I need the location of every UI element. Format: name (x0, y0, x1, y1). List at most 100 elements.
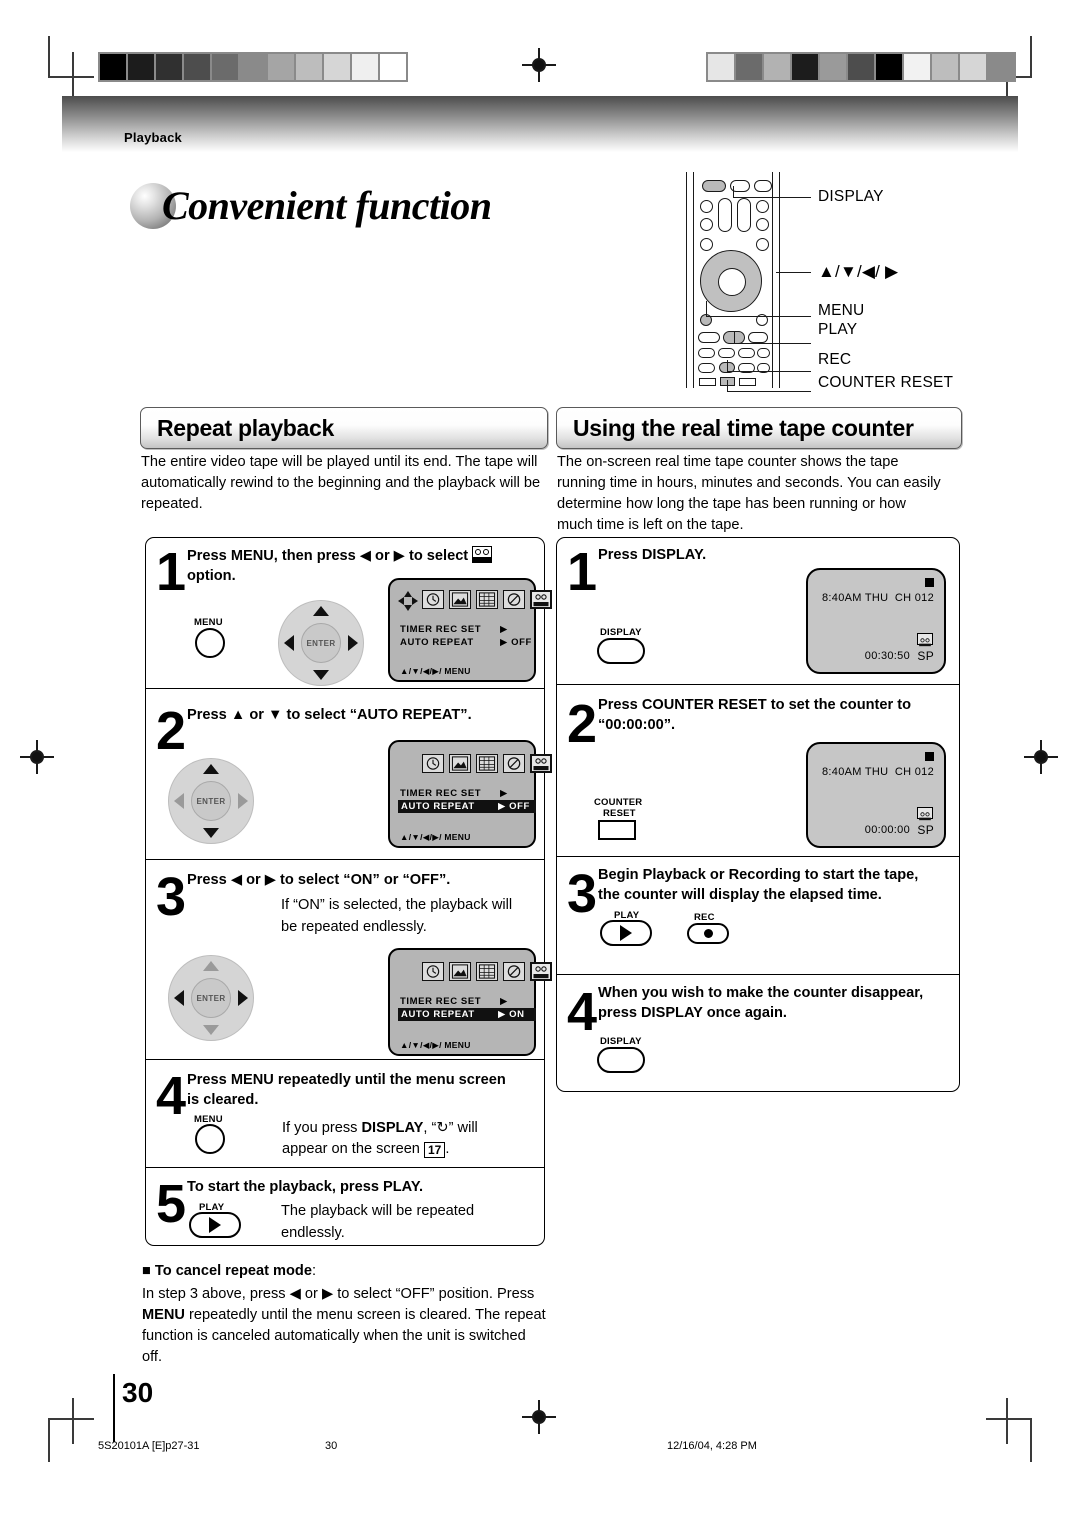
gray-patch (184, 54, 210, 80)
remote-row-c1 (698, 363, 715, 373)
left-step-3-dpad-glyph[interactable]: ENTER (168, 955, 254, 1041)
right-step-2-tv-screen: 8:40AM THU CH 012 00:00:00 SP (806, 742, 946, 848)
left-step-1-number: 1 (156, 542, 186, 602)
page-reference-badge[interactable]: 17 (423, 1142, 446, 1158)
gray-patch (708, 54, 734, 80)
tv-speed-mode: SP (917, 823, 934, 837)
cancel-repeat-title: To cancel repeat mode (154, 1263, 312, 1279)
right-step-1-number: 1 (567, 542, 597, 602)
left-step-1-dpad-glyph[interactable]: ENTER (278, 600, 364, 686)
registration-mark-bottom (522, 1400, 556, 1434)
left-step-3-number: 3 (156, 867, 186, 927)
left-step-3-sub: If “ON” is selected, the playback will b… (281, 897, 513, 935)
gray-patch (820, 54, 846, 80)
osd-row2-value: ▶ OFF (500, 637, 532, 648)
gray-patch (296, 54, 322, 80)
gray-patch (988, 54, 1014, 80)
play-button-glyph[interactable] (189, 1212, 241, 1238)
crop-mark-br-h (986, 1418, 1032, 1420)
remote-row-b3 (738, 348, 755, 358)
left-step-4-heading-line2: is cleared. (187, 1091, 259, 1108)
grid-calendar-icon (476, 754, 498, 773)
picture-av-icon (449, 962, 471, 981)
footer-doc-code: 5S20101A [E]p27-31 (98, 1440, 200, 1452)
callout-leader-menu-v (706, 301, 708, 317)
left-section-intro: The entire video tape will be played unt… (141, 454, 541, 512)
picture-av-icon (449, 590, 471, 609)
right-step-4-number: 4 (567, 982, 597, 1042)
rec-button-glyph[interactable] (687, 923, 729, 944)
right-step-4-display-key-label: DISPLAY (600, 1036, 642, 1047)
right-step-3-heading-line2: the counter will display the elapsed tim… (598, 886, 882, 903)
tape-icon (472, 546, 493, 563)
crop-mark-br2-v (1006, 1398, 1008, 1444)
osd-row1-value: ▶ (500, 788, 508, 799)
right-step-1-tv-screen: 8:40AM THU CH 012 00:30:50 SP (806, 568, 946, 674)
right-section-intro: The on-screen real time tape counter sho… (557, 454, 941, 533)
left-step-3-osd: TIMER REC SET ▶ AUTO REPEAT ▶ ON ▲/▼/◀/▶… (388, 948, 552, 1056)
cancel-body-menu-bold: MENU (142, 1307, 185, 1323)
right-step-1-display-key-label: DISPLAY (600, 627, 642, 638)
remote-side-button-r1 (756, 200, 769, 213)
page-title-text: Convenient function (162, 183, 492, 228)
cancel-body-line3: function is canceled automatically when … (142, 1328, 526, 1344)
remote-row-b2 (718, 348, 735, 358)
osd-icon-row (422, 590, 552, 609)
cancel-repeat-body: In step 3 above, press ◀ or ▶ to select … (142, 1284, 554, 1368)
osd-row1-label: TIMER REC SET (400, 788, 482, 799)
display-button-glyph[interactable] (597, 1047, 645, 1073)
note-text-c: appear on the screen (282, 1141, 424, 1157)
left-step-3-heading: Press ◀ or ▶ to select “ON” or “OFF”. (187, 872, 451, 888)
stop-indicator-icon (925, 578, 934, 587)
left-step-2-dpad-glyph[interactable]: ENTER (168, 758, 254, 844)
right-section-heading-text: Using the real time tape counter (573, 415, 914, 441)
circle-slash-icon (503, 590, 525, 609)
tv-clock: 8:40AM THU (822, 766, 889, 778)
stop-indicator-icon (925, 752, 934, 761)
left-step-1-osd: TIMER REC SET ▶ AUTO REPEAT ▶ OFF ▲/▼/◀/… (388, 578, 552, 682)
callout-label-play: PLAY (818, 321, 858, 338)
callout-leader-play-h (734, 343, 811, 345)
callout-leader-rec-h (727, 371, 811, 373)
remote-side-button-l1 (700, 200, 713, 213)
osd-row2-value: ▶ OFF (498, 801, 530, 812)
display-button-glyph[interactable] (597, 638, 645, 664)
right-step-2-heading-line2: “00:00:00”. (598, 716, 676, 733)
cancel-repeat-bullet-heading: ■ To cancel repeat mode: (142, 1263, 316, 1279)
remote-side-button-l2 (700, 218, 713, 231)
gray-scale-bar-right (706, 52, 1016, 82)
left-step-4-heading: Press MENU repeatedly until the menu scr… (187, 1071, 537, 1110)
note-text-d: . (445, 1141, 450, 1157)
remote-side-button-l3 (700, 238, 713, 251)
osd-row-timer-rec-set: TIMER REC SET ▶ (400, 788, 507, 799)
right-step-3-rec-key-label: REC (694, 912, 715, 923)
play-button-glyph[interactable] (600, 920, 652, 946)
gray-patch (904, 54, 930, 80)
tape-status-icon (917, 633, 933, 647)
osd-row1-value: ▶ (500, 996, 508, 1007)
remote-control-diagram (686, 172, 780, 388)
right-step-3-heading-line1: Begin Playback or Recording to start the… (598, 867, 919, 883)
right-step-2-counter-label-2: RESET (603, 808, 636, 819)
gray-patch (960, 54, 986, 80)
osd-row2-label: AUTO REPEAT (400, 637, 474, 648)
gray-patch (156, 54, 182, 80)
remote-row-b4 (757, 348, 770, 358)
right-step-2-counter-label-1: COUNTER (594, 797, 643, 808)
counter-reset-button-glyph[interactable] (598, 820, 636, 840)
menu-button-glyph[interactable] (195, 628, 225, 658)
crop-mark-br-v (1030, 1418, 1032, 1462)
callout-label-counter-reset: COUNTER RESET (818, 374, 954, 391)
remote-row-b1 (698, 348, 715, 358)
left-step-1-heading-line1: Press MENU, then press ◀ or ▶ to select (187, 548, 469, 564)
crop-mark-bl-h (48, 1418, 94, 1420)
right-step-2-heading: Press COUNTER RESET to set the counter t… (598, 696, 953, 735)
remote-row-d1 (699, 378, 716, 386)
remote-jog-right (737, 198, 751, 232)
grid-calendar-icon (476, 590, 498, 609)
left-step-1-menu-key-label: MENU (194, 617, 223, 628)
crop-mark-bl2-v (72, 1398, 74, 1444)
menu-button-glyph[interactable] (195, 1124, 225, 1154)
gray-patch (736, 54, 762, 80)
gray-patch (848, 54, 874, 80)
